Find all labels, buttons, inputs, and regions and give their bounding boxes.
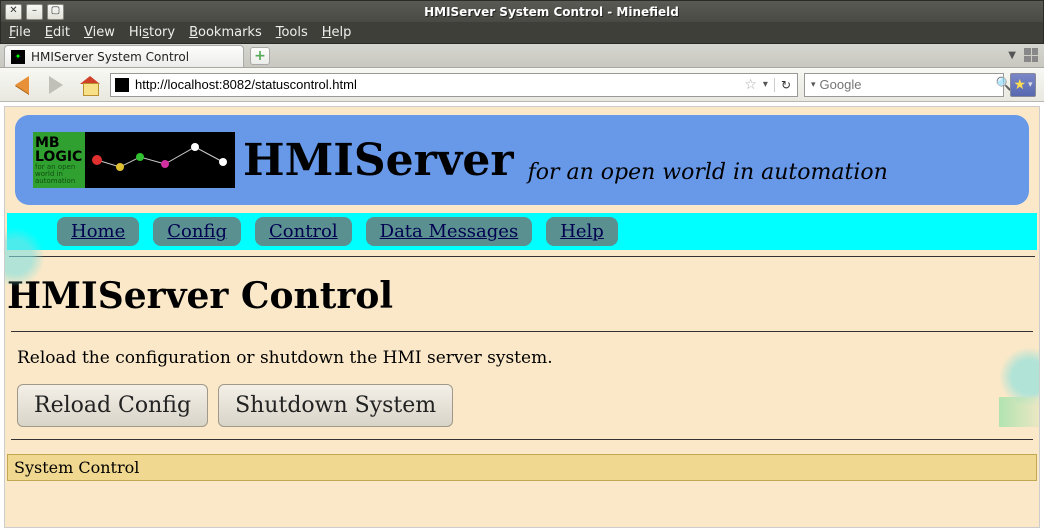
- page-body: MB LOGIC for an open world in automation: [4, 106, 1040, 528]
- page-heading: HMIServer Control: [7, 267, 1037, 325]
- browser-tab[interactable]: ✦ HMIServer System Control: [4, 45, 244, 67]
- window-close-button[interactable]: ✕: [5, 4, 22, 20]
- browser-menubar: File Edit View History Bookmarks Tools H…: [0, 22, 1044, 44]
- brand-title: HMIServer: [243, 135, 514, 186]
- browser-viewport: MB LOGIC for an open world in automation: [0, 102, 1044, 532]
- page-nav: Home Config Control Data Messages Help: [7, 213, 1037, 250]
- forward-button[interactable]: [42, 71, 70, 99]
- menu-help[interactable]: Help: [322, 25, 352, 40]
- page-content: HMIServer Control Reload the configurati…: [5, 263, 1039, 485]
- tab-favicon: ✦: [11, 50, 25, 64]
- url-input[interactable]: [135, 77, 744, 92]
- nav-data-messages[interactable]: Data Messages: [366, 217, 533, 246]
- arrow-right-icon: [49, 76, 63, 94]
- url-bar[interactable]: ☆ ▾ ↻: [110, 73, 798, 97]
- menu-edit[interactable]: Edit: [45, 25, 70, 40]
- decorative-stripe: [999, 397, 1040, 427]
- site-logo: MB LOGIC for an open world in automation: [33, 132, 235, 188]
- menu-bookmarks[interactable]: Bookmarks: [189, 25, 262, 40]
- home-button[interactable]: [76, 71, 104, 99]
- nav-home[interactable]: Home: [57, 217, 139, 246]
- logo-mblogic-text: MB LOGIC for an open world in automation: [33, 132, 85, 188]
- search-input[interactable]: [820, 77, 996, 92]
- menu-view[interactable]: View: [84, 25, 115, 40]
- page-description: Reload the configuration or shutdown the…: [7, 338, 1037, 378]
- page-header: MB LOGIC for an open world in automation: [15, 115, 1029, 205]
- tab-strip: ✦ HMIServer System Control + ▼: [0, 44, 1044, 68]
- menu-file[interactable]: File: [9, 25, 31, 40]
- tab-title: HMIServer System Control: [31, 50, 189, 64]
- window-titlebar: ✕ – ▢ HMIServer System Control - Minefie…: [0, 0, 1044, 22]
- window-minimize-button[interactable]: –: [26, 4, 43, 20]
- window-maximize-button[interactable]: ▢: [47, 4, 64, 20]
- separator: [11, 439, 1033, 440]
- logo-constellation-icon: [85, 132, 235, 188]
- bookmarks-button[interactable]: ★▾: [1010, 73, 1036, 97]
- browser-toolbar: ☆ ▾ ↻ ▾ 🔍 ★▾: [0, 68, 1044, 102]
- reload-button[interactable]: ↻: [774, 78, 791, 92]
- menu-tools[interactable]: Tools: [276, 25, 308, 40]
- tabs-dropdown-icon[interactable]: ▼: [1008, 50, 1016, 61]
- menu-history[interactable]: History: [129, 25, 175, 40]
- brand-tagline: for an open world in automation: [528, 160, 888, 185]
- nav-config[interactable]: Config: [153, 217, 241, 246]
- separator: [9, 256, 1035, 257]
- nav-help[interactable]: Help: [546, 217, 618, 246]
- nav-control[interactable]: Control: [255, 217, 352, 246]
- urlbar-dropdown-icon[interactable]: ▾: [763, 79, 768, 90]
- bookmark-star-icon[interactable]: ☆: [744, 77, 757, 93]
- tab-groups-icon[interactable]: [1024, 48, 1038, 62]
- window-title: HMIServer System Control - Minefield: [64, 5, 1039, 19]
- arrow-left-icon: [15, 76, 29, 94]
- search-engine-dropdown-icon[interactable]: ▾: [811, 80, 816, 90]
- page-footer: System Control: [7, 454, 1037, 481]
- reload-config-button[interactable]: Reload Config: [17, 384, 208, 427]
- shutdown-system-button[interactable]: Shutdown System: [218, 384, 453, 427]
- separator: [11, 331, 1033, 332]
- new-tab-button[interactable]: +: [250, 47, 270, 65]
- search-bar[interactable]: ▾ 🔍: [804, 73, 1004, 97]
- back-button[interactable]: [8, 71, 36, 99]
- home-icon: [80, 76, 100, 94]
- urlbar-favicon: [115, 78, 129, 92]
